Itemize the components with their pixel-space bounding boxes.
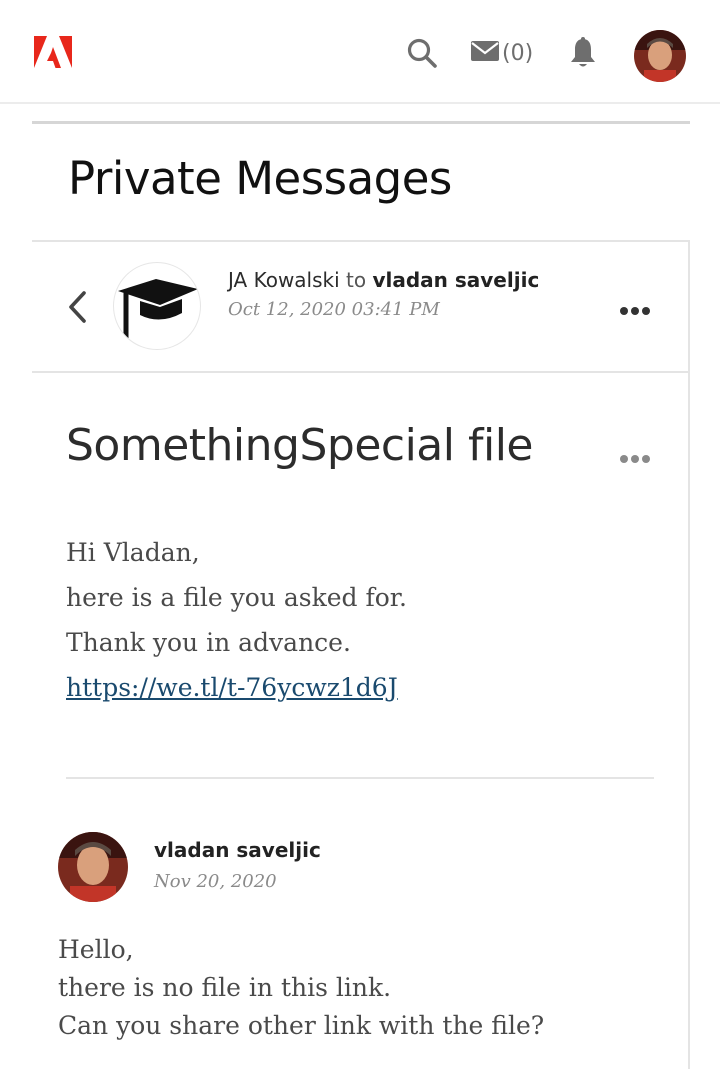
reply-line: there is no file in this link.: [58, 973, 392, 1002]
sender-avatar[interactable]: [113, 262, 201, 350]
divider: [66, 777, 654, 779]
message-subject: SomethingSpecial file: [66, 420, 534, 471]
reply-line: Hello,: [58, 935, 134, 964]
body-line: Thank you in advance.: [66, 628, 351, 657]
graduation-cap-icon: [118, 279, 198, 341]
message-count: (0): [502, 40, 534, 66]
thread-options-icon[interactable]: [620, 300, 654, 315]
message-options-icon[interactable]: [620, 448, 654, 463]
reply-date: Nov 20, 2020: [154, 871, 277, 892]
user-avatar[interactable]: [634, 30, 686, 82]
search-icon[interactable]: [405, 36, 439, 70]
message-body: Hi Vladan, here is a file you asked for.…: [66, 530, 407, 710]
bell-icon[interactable]: [568, 36, 598, 70]
top-navigation-bar: [0, 0, 720, 104]
reply-body: Hello, there is no file in this link. Ca…: [58, 931, 544, 1045]
file-link[interactable]: https://we.tl/t-76ycwz1d6J: [66, 665, 407, 710]
sender-name[interactable]: JA Kowalski: [228, 268, 340, 292]
reply-author-name[interactable]: vladan saveljic: [154, 838, 321, 862]
envelope-icon: [470, 40, 500, 66]
body-line: Hi Vladan,: [66, 538, 200, 567]
reply-line: Can you share other link with the file?: [58, 1011, 545, 1040]
page-title: Private Messages: [68, 152, 452, 205]
to-label: to: [346, 268, 367, 292]
reply-author-avatar[interactable]: [58, 832, 128, 902]
sender-line: JA Kowalski to vladan saveljic: [228, 268, 539, 292]
recipient-name[interactable]: vladan saveljic: [372, 268, 539, 292]
adobe-logo-icon[interactable]: [34, 36, 72, 68]
messages-button[interactable]: (0): [470, 36, 533, 70]
message-date: Oct 12, 2020 03:41 PM: [228, 299, 440, 320]
back-chevron-icon[interactable]: [66, 290, 88, 324]
body-line: here is a file you asked for.: [66, 583, 407, 612]
